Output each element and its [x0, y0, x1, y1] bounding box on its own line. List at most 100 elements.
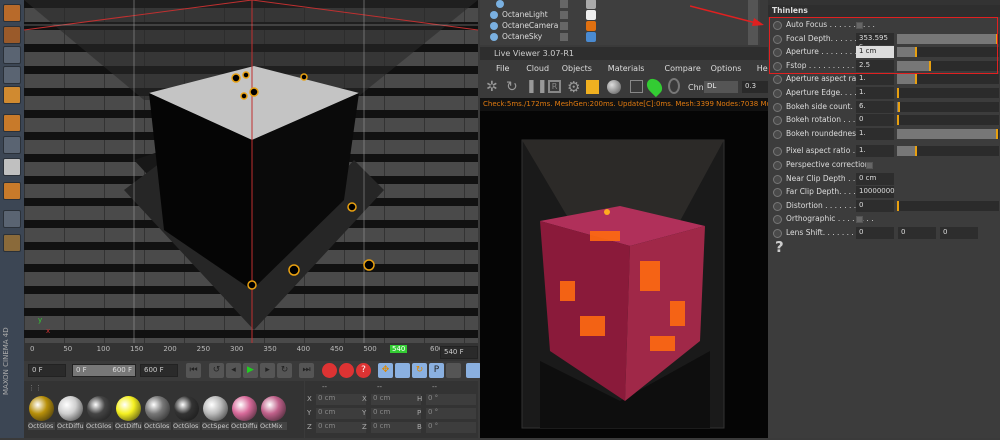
rotate-key-icon[interactable]: ↻ [412, 363, 427, 378]
material-swatch[interactable]: OctSpec [202, 395, 229, 438]
current-frame-field[interactable]: 540 F [440, 346, 478, 359]
help-icon[interactable]: ? [775, 238, 784, 256]
play-icon[interactable]: ▶ [243, 363, 258, 378]
visibility-icon[interactable] [560, 33, 568, 41]
coord-field[interactable]: 0 ° [426, 408, 476, 419]
attr-field[interactable]: 6. [856, 100, 894, 113]
coord-field[interactable]: 0 cm [316, 422, 366, 433]
tweak-icon[interactable] [3, 136, 21, 154]
animate-radio-icon[interactable] [773, 229, 782, 238]
animate-radio-icon[interactable] [773, 188, 782, 198]
attr-slider[interactable] [897, 128, 999, 139]
goto-end-icon[interactable]: ⏭ [299, 363, 314, 378]
material-swatch[interactable]: OctGlos [86, 395, 113, 438]
coord-field[interactable]: 0 cm [316, 394, 366, 405]
focus-picker-icon[interactable] [643, 75, 666, 98]
animate-radio-icon[interactable] [773, 215, 782, 225]
animate-radio-icon[interactable] [773, 102, 782, 112]
menu-objects[interactable]: Objects [562, 64, 592, 73]
cube-faces-icon[interactable] [3, 86, 21, 104]
menu-options[interactable]: Options [711, 64, 742, 73]
axis-icon[interactable] [3, 114, 21, 132]
attr-slider[interactable] [897, 101, 999, 112]
attr-checkbox[interactable] [856, 216, 863, 224]
attr-field[interactable]: 0 [856, 199, 894, 212]
material-swatch[interactable]: OctDiffu [231, 395, 258, 438]
pla-key-icon[interactable] [446, 363, 461, 378]
render-view[interactable] [480, 111, 768, 438]
animate-radio-icon[interactable] [773, 174, 782, 184]
aperture-icon[interactable]: ✲ [486, 79, 498, 95]
coord-field[interactable]: 0 ° [426, 422, 476, 433]
3d-viewport[interactable]: yx [23, 0, 479, 343]
clay-mode-icon[interactable] [630, 80, 643, 93]
channel-dropdown[interactable]: DL [704, 81, 738, 93]
coord-field[interactable]: 0 cm [316, 408, 366, 419]
next-key-icon[interactable]: ↻ [277, 363, 292, 378]
region-icon[interactable]: R [548, 80, 561, 93]
material-swatch[interactable]: OctGlos [28, 395, 55, 438]
checker-icon[interactable] [3, 26, 21, 44]
visibility-icon[interactable] [560, 0, 568, 8]
attr-slider[interactable] [897, 200, 999, 211]
material-swatch[interactable]: OctMix [260, 395, 287, 438]
magnet-icon[interactable] [3, 182, 21, 200]
menu-cloud[interactable]: Cloud [526, 64, 549, 73]
attr-field[interactable]: 10000000 [856, 186, 895, 199]
attr-field[interactable]: 1. [856, 87, 894, 99]
lens-shift-field[interactable]: 0 [856, 227, 894, 239]
coord-field[interactable]: 0 cm [371, 394, 421, 405]
material-swatch[interactable]: OctDiffu [115, 395, 142, 438]
material-swatch[interactable]: OctGlos [144, 395, 171, 438]
snap-icon[interactable] [3, 158, 21, 176]
value-field[interactable]: 0.3 [742, 81, 768, 93]
menu-file[interactable]: File [496, 64, 509, 73]
attr-slider[interactable] [897, 115, 999, 126]
timeline-icon[interactable] [466, 363, 481, 378]
step-back-icon[interactable]: ◂ [226, 363, 241, 378]
object-row[interactable]: OctaneSky [490, 32, 740, 44]
cube-edges-icon[interactable] [3, 66, 21, 84]
material-swatch[interactable]: OctDiffu [57, 395, 84, 438]
animate-radio-icon[interactable] [773, 116, 782, 126]
animate-radio-icon[interactable] [773, 147, 782, 157]
prev-key-icon[interactable]: ↺ [209, 363, 224, 378]
scale-key-icon[interactable] [395, 363, 410, 378]
lens-shift-field[interactable]: 0 [898, 227, 936, 239]
menu-compare[interactable]: Compare [665, 64, 701, 73]
animate-radio-icon[interactable] [773, 75, 782, 85]
polygon-tool-icon[interactable] [3, 4, 21, 22]
record-icon[interactable] [322, 363, 337, 378]
attr-field[interactable]: 1. [856, 73, 894, 86]
cube-icon[interactable] [3, 46, 21, 64]
keyframe-help-icon[interactable]: ? [356, 363, 371, 378]
start-frame-field[interactable]: 0 F [28, 364, 66, 377]
attr-field[interactable]: 1. [856, 127, 894, 140]
material-swatch[interactable]: OctGlos [173, 395, 200, 438]
animate-radio-icon[interactable] [773, 161, 782, 170]
pause-icon[interactable]: ❚❚ [526, 79, 548, 94]
pin-icon[interactable] [668, 78, 680, 94]
visibility-icon[interactable] [560, 11, 568, 19]
attr-checkbox[interactable] [866, 162, 873, 169]
move-key-icon[interactable]: ✥ [378, 363, 393, 378]
lock-icon[interactable] [586, 80, 599, 94]
coord-field[interactable]: 0 cm [371, 422, 421, 433]
lens-shift-field[interactable]: 0 [940, 227, 978, 239]
frame-range-slider[interactable]: 0 F 600 F [72, 364, 136, 377]
timeline-ruler[interactable]: 0 50 100 150 200 250 300 350 400 450 500 540 600 [24, 343, 478, 361]
animate-radio-icon[interactable] [773, 89, 782, 98]
goto-start-icon[interactable]: ⏮ [186, 363, 201, 378]
param-key-icon[interactable]: P [429, 363, 444, 378]
settings-gear-icon[interactable]: ⚙ [567, 78, 580, 96]
visibility-icon[interactable] [560, 22, 568, 30]
restart-icon[interactable]: ↻ [506, 79, 518, 95]
workplane-icon[interactable] [3, 210, 21, 228]
material-preview-icon[interactable] [607, 80, 621, 94]
end-frame-field[interactable]: 600 F [140, 364, 178, 377]
animate-radio-icon[interactable] [773, 129, 782, 139]
coord-field[interactable]: 0 cm [371, 408, 421, 419]
attr-field[interactable]: 0 cm [856, 172, 894, 185]
attr-field[interactable]: 0 [856, 114, 894, 127]
animate-radio-icon[interactable] [773, 201, 782, 211]
